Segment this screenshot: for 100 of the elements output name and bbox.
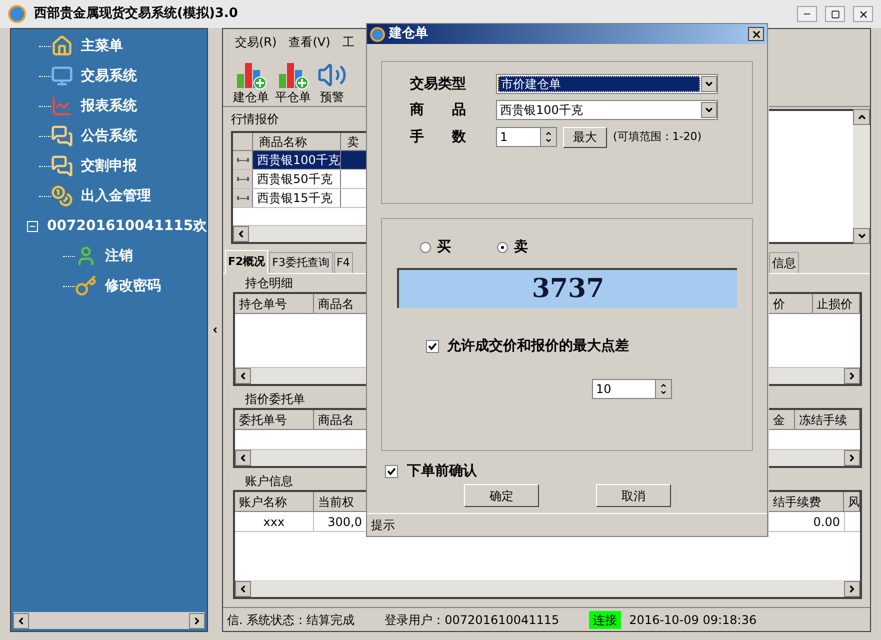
vertical-scrollbar[interactable]: [853, 109, 870, 244]
menu-item[interactable]: 查看(V): [288, 32, 330, 50]
column-header[interactable]: 止损价: [812, 294, 860, 313]
app-logo-icon: [370, 26, 385, 42]
tree-item[interactable]: 交易系统: [81, 66, 137, 86]
scroll-right-icon[interactable]: [844, 450, 860, 466]
menu-item[interactable]: 工: [342, 32, 354, 50]
tree-item-icon: [51, 35, 73, 57]
scroll-right-icon[interactable]: [844, 580, 860, 596]
dialog-title: 建仓单: [389, 25, 429, 44]
slippage-spinner[interactable]: 10: [592, 379, 672, 399]
quote-row[interactable]: 西贵银15千克: [233, 189, 367, 208]
quantity-spinner[interactable]: 1: [496, 127, 557, 147]
product-name: 西贵银50千克: [253, 170, 341, 188]
tree-item[interactable]: 注销: [105, 246, 133, 266]
product-name: 西贵银15千克: [253, 189, 341, 207]
column-header[interactable]: 委托单号: [235, 410, 314, 429]
resize-arrow-icon: [236, 177, 248, 181]
max-button[interactable]: 最大: [563, 126, 607, 148]
scroll-right-icon[interactable]: [844, 368, 860, 384]
close-icon: [750, 28, 762, 40]
close-icon: [858, 8, 868, 20]
slippage-checkbox[interactable]: [426, 340, 439, 353]
tree-item-icon: [51, 125, 73, 147]
horizontal-scrollbar[interactable]: [769, 449, 860, 466]
scroll-right-icon[interactable]: [189, 612, 205, 628]
column-header[interactable]: 金: [769, 410, 795, 429]
tree-item-icon: [51, 95, 73, 117]
scroll-left-icon[interactable]: [233, 226, 249, 242]
horizontal-scrollbar[interactable]: [769, 367, 860, 384]
horizontal-scrollbar[interactable]: [13, 612, 205, 629]
toolbar-button[interactable]: 建仓单: [233, 60, 269, 104]
close-button[interactable]: [853, 6, 873, 22]
scroll-left-icon[interactable]: [235, 450, 251, 466]
maximize-icon: [830, 10, 840, 18]
column-header[interactable]: 持仓单号: [235, 294, 314, 313]
quote-row[interactable]: 西贵银50千克: [233, 170, 367, 189]
horizontal-scrollbar[interactable]: [235, 367, 367, 384]
collapse-icon[interactable]: [27, 220, 38, 232]
column-header[interactable]: 冻结手续: [794, 410, 860, 429]
trade-type-select[interactable]: 市价建仓单: [496, 74, 718, 94]
scroll-left-icon[interactable]: [13, 612, 29, 628]
bar-chart-icon: [235, 60, 267, 90]
tab[interactable]: F3委托查询: [269, 252, 332, 273]
maximize-button[interactable]: [825, 6, 845, 22]
radio-button[interactable]: [420, 242, 431, 252]
tab[interactable]: F2概况: [225, 250, 268, 274]
horizontal-scrollbar[interactable]: [235, 449, 367, 466]
logged-in-user: 登录用户：007201610041115: [384, 612, 560, 628]
tree-item[interactable]: 出入金管理: [81, 186, 151, 206]
tree-item[interactable]: 公告系统: [81, 126, 137, 146]
scroll-up-icon[interactable]: [853, 109, 870, 125]
tree-item[interactable]: 交割申报: [81, 156, 137, 176]
tree-item-icon: [75, 275, 97, 297]
checkbox-label: 下单前确认: [407, 462, 477, 481]
scroll-left-icon[interactable]: [235, 580, 251, 596]
group-title: 持仓明细: [244, 275, 294, 292]
resize-arrow-icon: [236, 196, 248, 200]
product-select[interactable]: 西贵银100千克: [496, 100, 718, 120]
tree-item[interactable]: 007201610041115欢: [47, 216, 208, 236]
product-name: 西贵银100千克: [253, 151, 341, 169]
menu-item[interactable]: 交易(R): [235, 32, 277, 50]
scroll-down-icon[interactable]: [853, 228, 870, 244]
status-message: 信. 系统状态：结算完成: [227, 612, 355, 628]
column-header[interactable]: 商品名称: [253, 133, 341, 150]
close-button[interactable]: [748, 27, 764, 41]
spin-arrows-icon: [655, 380, 671, 398]
field-label: 商 品: [410, 100, 467, 120]
toolbar-button[interactable]: 预警: [317, 60, 347, 104]
quote-row[interactable]: 西贵银100千克: [233, 151, 367, 170]
group-title: 指价委托单: [244, 391, 306, 408]
tree-item[interactable]: 修改密码: [105, 276, 161, 296]
group-title: 账户信息: [244, 473, 294, 490]
tab[interactable]: 信息: [769, 252, 799, 273]
tree-item[interactable]: 主菜单: [81, 36, 123, 56]
column-header[interactable]: 结手续费: [769, 492, 844, 511]
field-label: 交易类型: [410, 74, 467, 94]
tree-item[interactable]: 报表系统: [81, 96, 137, 116]
app-logo-icon: [8, 5, 26, 23]
column-header[interactable]: 账户名称: [235, 492, 314, 511]
tree-item-icon: [51, 155, 73, 177]
dialog-button[interactable]: 取消: [596, 484, 671, 507]
scroll-left-icon[interactable]: [235, 368, 251, 384]
column-header[interactable]: 价: [769, 294, 813, 313]
checkbox-label: 允许成交价和报价的最大点差: [447, 336, 629, 356]
range-hint: (可填范围：1-20): [613, 128, 702, 145]
radio-button[interactable]: [497, 242, 508, 252]
hint-text: 提示: [371, 517, 395, 534]
connection-status: 连接: [589, 610, 622, 628]
horizontal-scrollbar[interactable]: [235, 580, 860, 597]
radio-label: 卖: [514, 238, 528, 256]
table-cell: xxx: [235, 512, 314, 531]
field-label: 手 数: [410, 128, 467, 146]
price-display: 3737: [397, 268, 737, 308]
toolbar-button[interactable]: 平仓单: [275, 60, 311, 104]
confirm-checkbox[interactable]: [385, 465, 398, 478]
quotes-title: 行情报价: [230, 111, 280, 128]
tab[interactable]: F4: [334, 252, 353, 273]
horizontal-scrollbar[interactable]: [233, 225, 367, 242]
dialog-button[interactable]: 确定: [464, 484, 539, 507]
